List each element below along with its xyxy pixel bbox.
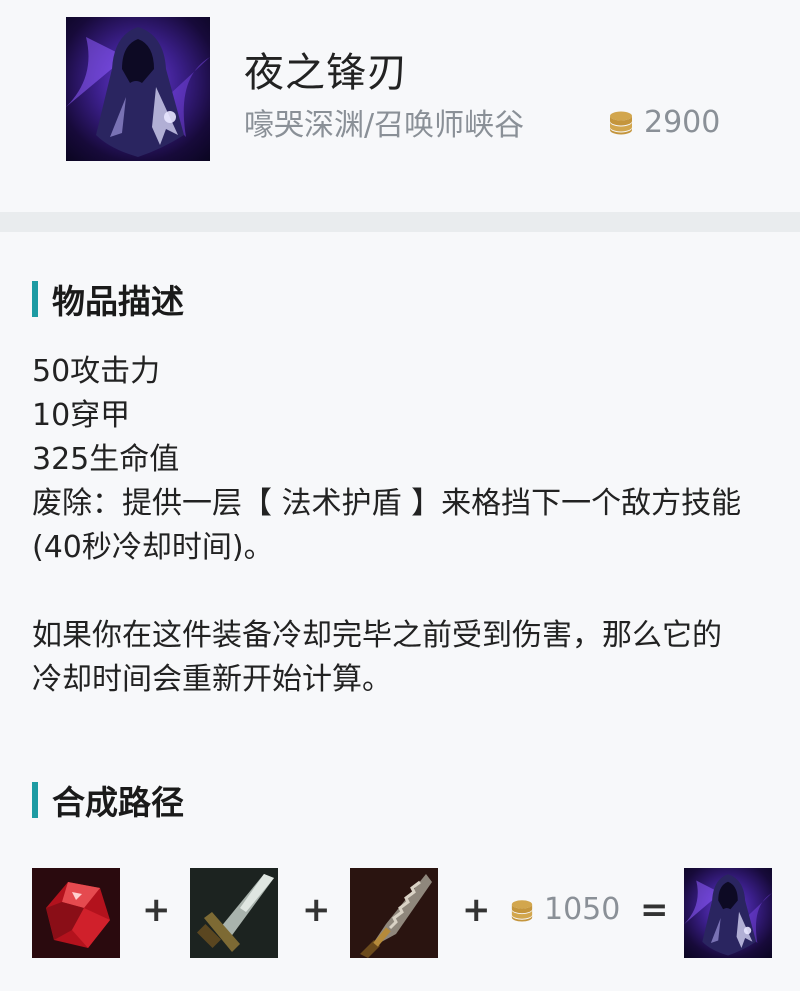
desc-line: 废除：提供一层【 法术护盾 】来格挡下一个敌方技能	[32, 486, 742, 521]
desc-line: 冷却时间会重新开始计算。	[32, 662, 392, 697]
long-sword-icon[interactable]	[190, 868, 278, 958]
section-title: 物品描述	[52, 282, 184, 321]
desc-line: 如果你在这件装备冷却完毕之前受到伤害，那么它的	[32, 618, 722, 653]
accent-bar	[32, 281, 38, 317]
description-heading: 物品描述	[32, 281, 184, 321]
item-cost: 2900	[608, 104, 720, 140]
desc-line: (40秒冷却时间)。	[32, 530, 274, 565]
recipe-row: + + + 1050 =	[32, 868, 772, 958]
desc-blank-line	[32, 570, 772, 614]
plus-sign: +	[302, 890, 331, 930]
combine-cost-value: 1050	[544, 892, 621, 927]
edge-of-night-icon	[66, 17, 210, 161]
serrated-dirk-icon[interactable]	[350, 868, 438, 958]
section-divider	[0, 212, 800, 232]
combine-cost: 1050	[510, 892, 620, 927]
equals-sign: =	[640, 890, 669, 930]
item-description: 50攻击力 10穿甲 325生命值 废除：提供一层【 法术护盾 】来格挡下一个敌…	[32, 350, 772, 702]
accent-bar	[32, 782, 38, 818]
gold-coin-icon	[511, 899, 533, 922]
cost-value: 2900	[644, 104, 721, 140]
gold-coin-icon	[610, 111, 632, 135]
ruby-crystal-icon[interactable]	[32, 868, 120, 958]
edge-of-night-icon[interactable]	[684, 868, 772, 958]
plus-sign: +	[462, 890, 491, 930]
desc-line: 50攻击力	[32, 354, 161, 389]
desc-line: 10穿甲	[32, 398, 131, 433]
item-maps: 嚎哭深渊/召唤师峡谷	[244, 108, 525, 143]
plus-sign: +	[142, 890, 171, 930]
recipe-heading: 合成路径	[32, 782, 184, 822]
desc-line: 325生命值	[32, 442, 180, 477]
item-header: 夜之锋刃 嚎哭深渊/召唤师峡谷 2900	[0, 0, 800, 212]
item-name: 夜之锋刃	[244, 50, 408, 96]
section-title: 合成路径	[52, 783, 184, 822]
